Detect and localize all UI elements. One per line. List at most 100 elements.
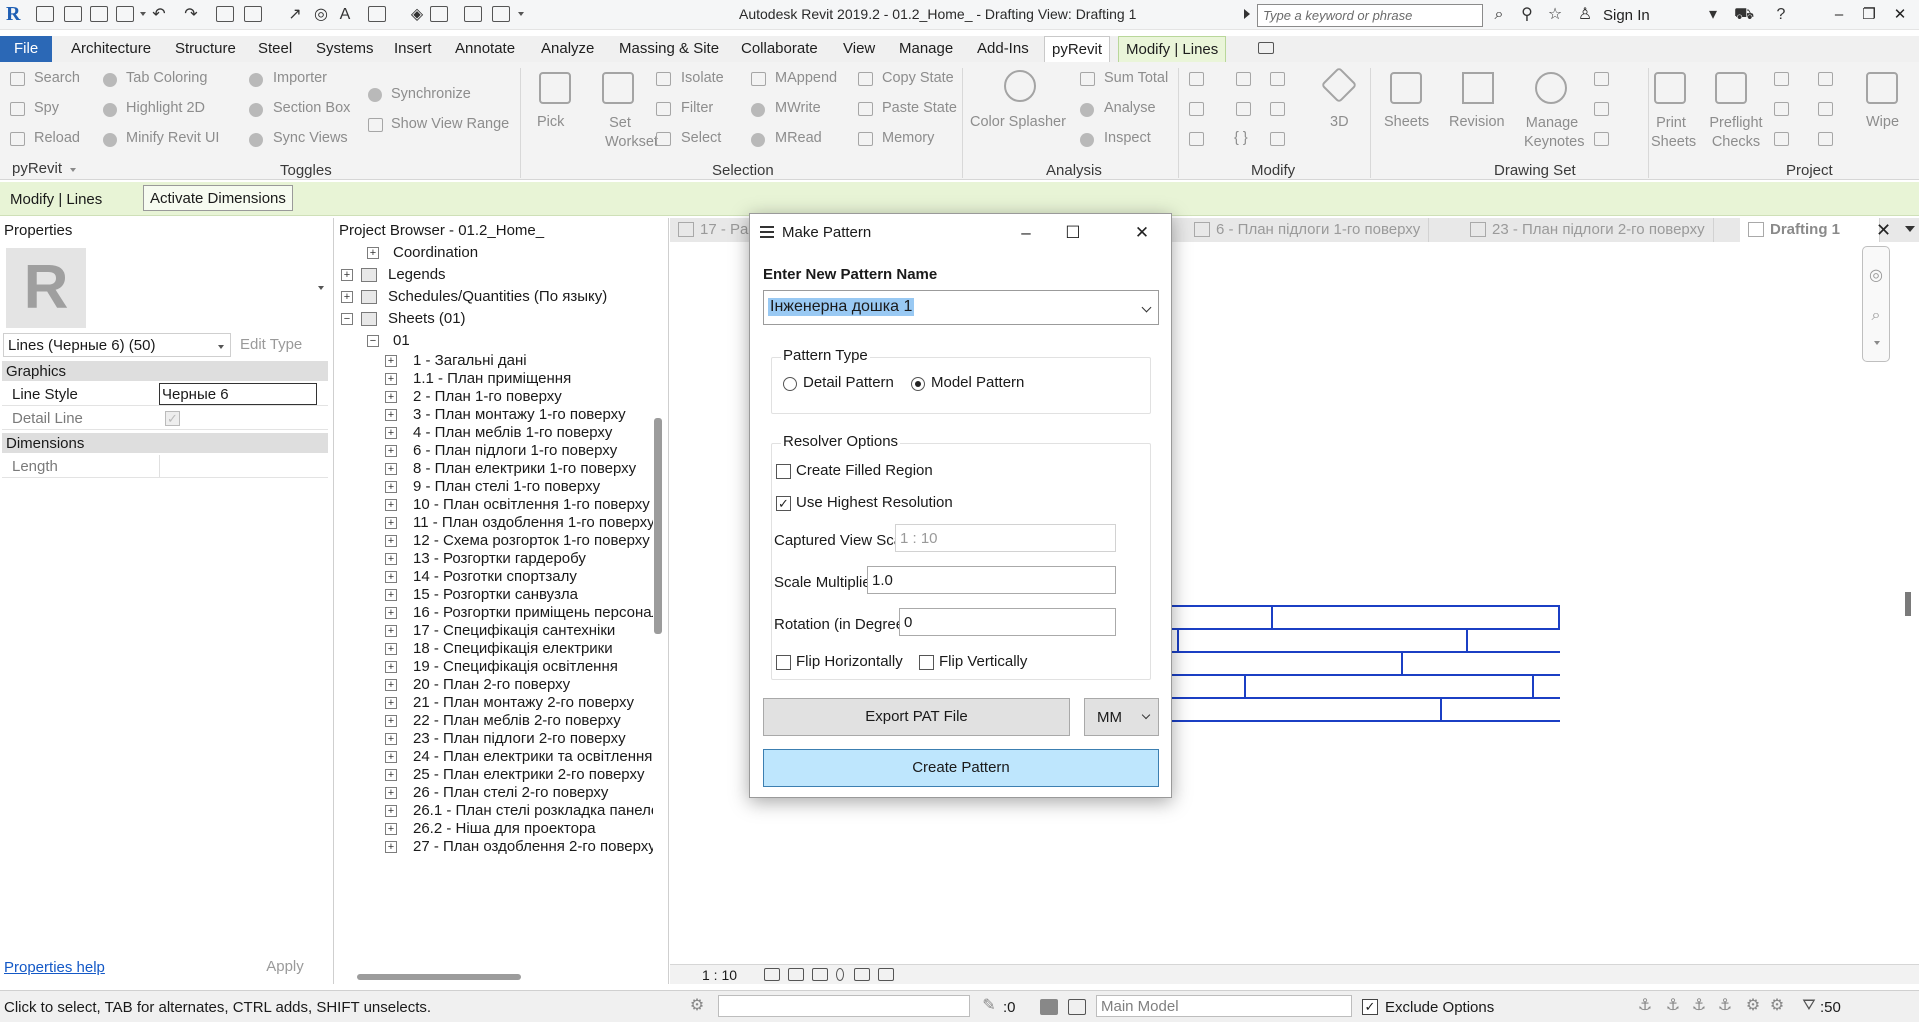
sheet-list-item[interactable]: +26 - План стелі 2-го поверху (335, 784, 653, 802)
expand-icon[interactable]: + (385, 463, 397, 475)
sheet-list-item[interactable]: +14 - Розготки спортзалу (335, 568, 653, 586)
copy-icon[interactable] (1270, 102, 1285, 116)
sheet-list-item[interactable]: +1.1 - План приміщення (335, 370, 653, 388)
expand-icon[interactable]: + (385, 805, 397, 817)
sheet-list-item[interactable]: +11 - План оздоблення 1-го поверху (335, 514, 653, 532)
editing-requests-icon[interactable]: ✎ (980, 997, 998, 1015)
chevron-down-icon[interactable] (1141, 710, 1151, 720)
search-button[interactable]: Search (34, 70, 80, 86)
temporary-hide-icon[interactable] (836, 968, 844, 981)
pattern-name-combobox[interactable]: Інженерна дошка 1 (763, 290, 1159, 325)
expand-icon[interactable]: + (385, 625, 397, 637)
expand-icon[interactable]: + (385, 589, 397, 601)
redo-icon[interactable]: ↷ (182, 6, 200, 24)
select-button[interactable]: Select (681, 130, 721, 146)
flip-horizontally-label[interactable]: Flip Horizontally (796, 653, 903, 670)
use-highest-resolution-label[interactable]: Use Highest Resolution (796, 494, 953, 511)
exclude-options-checkbox[interactable]: ✓ (1362, 999, 1378, 1015)
select-pinned-icon[interactable]: ⚓ (1690, 997, 1708, 1015)
design-options-add-icon[interactable] (1068, 999, 1086, 1015)
minimize-button[interactable]: – (1827, 5, 1851, 25)
close-button[interactable]: ✕ (1888, 5, 1912, 25)
new-file-icon[interactable] (36, 6, 54, 22)
apply-button[interactable]: Apply (244, 958, 326, 980)
pyrevit-dropdown-icon[interactable] (70, 168, 76, 172)
line-style-field[interactable]: Черные 6 (159, 383, 317, 405)
set-workset-button[interactable]: Set Workset (605, 114, 658, 152)
project-tool-icon[interactable] (1774, 72, 1789, 86)
expand-icon[interactable]: + (385, 553, 397, 565)
tab-manage[interactable]: Manage (897, 36, 955, 62)
tab-analyze[interactable]: Analyze (539, 36, 596, 62)
sheet-list-item[interactable]: +22 - План меблів 2-го поверху (335, 712, 653, 730)
active-workset-dropdown[interactable] (718, 995, 970, 1017)
revit-logo[interactable]: R (6, 3, 26, 25)
panel-pyrevit-label[interactable]: pyRevit (12, 160, 62, 177)
3d-view-icon[interactable] (368, 6, 386, 22)
tab-systems[interactable]: Systems (314, 36, 376, 62)
tab-collaborate[interactable]: Collaborate (739, 36, 820, 62)
highlight-2d-button[interactable]: Highlight 2D (126, 100, 205, 116)
sun-path-icon[interactable] (812, 968, 828, 981)
close-view-icon[interactable]: ✕ (1876, 220, 1891, 241)
manage-keynotes-button[interactable]: Manage Keynotes (1524, 114, 1584, 152)
expand-icon[interactable]: + (385, 769, 397, 781)
expand-icon[interactable]: + (385, 751, 397, 763)
isolate-button[interactable]: Isolate (681, 70, 724, 86)
mirror-icon[interactable] (1236, 72, 1251, 86)
tab-file[interactable]: File (0, 36, 53, 62)
pencil-icon[interactable] (1270, 72, 1285, 86)
dialog-minimize-button[interactable]: – (1015, 222, 1037, 244)
sheet-list-item[interactable]: +24 - План електрики та освітлення (335, 748, 653, 766)
canvas-vertical-scrollbar[interactable] (1905, 592, 1911, 616)
expand-icon[interactable]: + (385, 427, 397, 439)
filter-button[interactable]: Filter (681, 100, 713, 116)
align-icon[interactable] (1189, 102, 1204, 116)
browser-vertical-scrollbar[interactable] (654, 418, 662, 634)
type-dropdown-icon[interactable] (318, 286, 324, 290)
expand-icon[interactable]: + (385, 535, 397, 547)
sum-total-button[interactable]: Sum Total (1104, 70, 1168, 86)
expand-icon[interactable]: + (385, 571, 397, 583)
view-tab-drafting-1[interactable]: Drafting 1 (1740, 218, 1880, 242)
qat-customize-icon[interactable] (518, 12, 524, 16)
dialog-maximize-button[interactable]: ☐ (1062, 222, 1084, 244)
sheet-list-item[interactable]: +3 - План монтажу 1-го поверху (335, 406, 653, 424)
paint-icon[interactable] (1189, 132, 1204, 146)
expand-icon[interactable]: + (385, 409, 397, 421)
tree-item-sheets[interactable]: − Sheets (01) (335, 308, 653, 330)
sheet-list-item[interactable]: +19 - Специфікація освітлення (335, 658, 653, 676)
help-search-input[interactable]: Type a keyword or phrase (1257, 4, 1483, 27)
inspect-button[interactable]: Inspect (1104, 130, 1151, 146)
drag-elements-icon[interactable]: ⚙ (1744, 997, 1762, 1015)
help-icon[interactable]: ? (1772, 6, 1790, 24)
type-selector[interactable]: Lines (Черные 6) (50) (3, 333, 231, 357)
mwrite-button[interactable]: MWrite (775, 100, 821, 116)
wipe-button[interactable]: Wipe (1866, 114, 1899, 130)
filter-icon[interactable]: ⛛ (1800, 997, 1818, 1015)
expand-icon[interactable]: + (385, 679, 397, 691)
view-tabs-menu-icon[interactable] (1905, 226, 1915, 232)
sheet-list-item[interactable]: +17 - Специфікація сантехніки (335, 622, 653, 640)
braces-icon[interactable]: { } (1234, 130, 1248, 146)
reveal-hidden-icon[interactable] (854, 968, 870, 981)
worksharing-display-icon[interactable] (878, 968, 894, 981)
detail-pattern-radio[interactable] (783, 377, 797, 391)
chevron-down-icon[interactable] (1141, 302, 1152, 313)
analyse-button[interactable]: Analyse (1104, 100, 1156, 116)
graphics-group-header[interactable]: Graphics (2, 361, 328, 381)
tab-architecture[interactable]: Architecture (69, 36, 153, 62)
rotation-input[interactable]: 0 (899, 608, 1116, 636)
minify-revit-ui-button[interactable]: Minify Revit UI (126, 130, 219, 146)
memory-button[interactable]: Memory (882, 130, 934, 146)
units-dropdown[interactable]: MM (1084, 698, 1159, 736)
navigation-bar[interactable]: ◎ ⌕ (1862, 246, 1890, 362)
pattern-name-value[interactable]: Інженерна дошка 1 (768, 298, 915, 316)
expand-icon[interactable]: + (367, 247, 379, 259)
model-pattern-radio[interactable] (911, 377, 925, 391)
design-option-dropdown[interactable]: Main Model (1096, 995, 1352, 1017)
edit-type-button[interactable]: Edit Type (240, 336, 302, 353)
tree-item-legends[interactable]: + Legends (335, 264, 653, 286)
select-underlay-icon[interactable]: ⚓ (1664, 997, 1682, 1015)
zoom-icon[interactable]: ⌕ (1867, 307, 1885, 325)
